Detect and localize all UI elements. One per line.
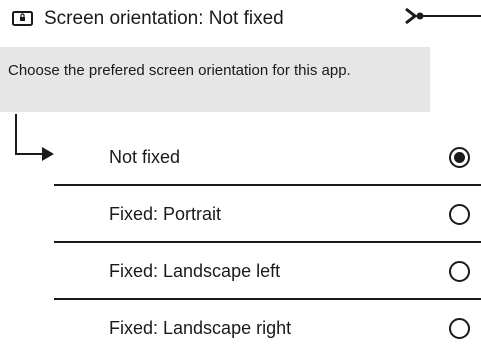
help-tooltip: Choose the prefered screen orientation f… — [0, 47, 430, 112]
option-label: Not fixed — [109, 147, 181, 167]
option-fixed-landscape-left[interactable]: Fixed: Landscape left — [54, 243, 481, 300]
option-fixed-landscape-right[interactable]: Fixed: Landscape right — [54, 300, 481, 357]
option-fixed-portrait[interactable]: Fixed: Portrait — [54, 186, 481, 243]
radio-unselected-icon[interactable] — [449, 261, 470, 282]
radio-selected-icon[interactable] — [449, 147, 470, 168]
radio-dot — [454, 152, 465, 163]
page-title: Screen orientation: Not fixed — [44, 8, 284, 29]
radio-unselected-icon[interactable] — [449, 204, 470, 225]
arrow-connector-icon — [15, 114, 54, 161]
help-text: Choose the prefered screen orientation f… — [8, 62, 351, 79]
radio-unselected-icon[interactable] — [449, 318, 470, 339]
option-not-fixed[interactable]: Not fixed — [54, 129, 481, 186]
option-label: Fixed: Landscape right — [109, 318, 292, 338]
screen-lock-icon — [12, 11, 33, 26]
orientation-options: Not fixed Fixed: Portrait Fixed: Landsca… — [54, 129, 481, 357]
option-label: Fixed: Landscape left — [109, 261, 281, 281]
chevron-connector-icon — [405, 7, 481, 25]
option-label: Fixed: Portrait — [109, 204, 222, 224]
orientation-header[interactable]: Screen orientation: Not fixed — [0, 0, 481, 38]
